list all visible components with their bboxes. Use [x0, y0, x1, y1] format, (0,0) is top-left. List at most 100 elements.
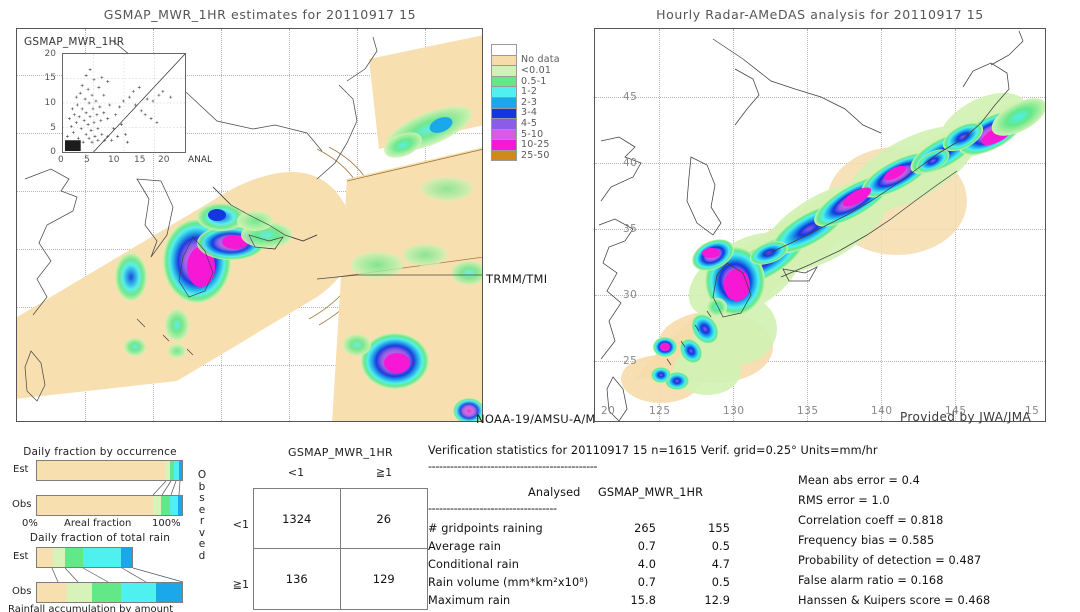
statistics-row-estimate: 0.5 — [711, 576, 730, 589]
radar-amedas-map[interactable]: 45 40 35 30 25 20 125 130 135 140 145 15 — [594, 28, 1046, 422]
statistics-row-estimate: 12.9 — [704, 594, 730, 607]
amount-bar-obs[interactable] — [36, 582, 183, 603]
contingency-cell-hit: 129 — [372, 572, 395, 586]
metric-frequency-bias: Frequency bias = 0.585 — [798, 534, 935, 547]
map-xtick: 140 — [871, 405, 893, 417]
precipitation-colorbar[interactable]: No data <0.01 0.5-1 1-2 2-3 3-4 4-5 5-10… — [491, 44, 587, 161]
statistics-divider: ----------------------------------- — [428, 502, 557, 515]
bar-segment — [153, 496, 161, 515]
colorbar-entry — [491, 44, 587, 55]
bar-segment — [53, 548, 66, 567]
coastline-overlay — [598, 30, 1024, 421]
map-ytick: 35 — [623, 223, 638, 235]
statistics-row-analysed: 265 — [634, 522, 656, 535]
statistics-row-analysed: 0.7 — [637, 576, 656, 589]
colorbar-label: 10-25 — [521, 139, 550, 151]
occurrence-bar-obs[interactable] — [36, 495, 183, 516]
map-xtick: 20 — [601, 405, 616, 417]
colorbar-entry: <0.01 — [491, 65, 587, 76]
colorbar-entry: 10-25 — [491, 139, 587, 150]
colorbar-swatch — [491, 118, 517, 129]
right-panel-title: Hourly Radar-AMeDAS analysis for 2011091… — [656, 7, 984, 22]
colorbar-label: 1-2 — [521, 86, 538, 98]
bar-segment — [37, 548, 54, 567]
amount-row-label-obs: Obs — [12, 586, 32, 597]
bar-segment — [121, 583, 156, 602]
contingency-cell-hit-miss: 1324 — [254, 489, 341, 549]
map-ytick: 25 — [623, 355, 638, 367]
occurrence-axis-max: 100% — [152, 518, 181, 529]
colorbar-label: 3-4 — [521, 107, 538, 119]
statistics-row-analysed: 0.7 — [637, 540, 656, 553]
statistics-row-label: Rain volume (mm*km²x10⁸) — [428, 576, 589, 589]
colorbar-entry: 3-4 — [491, 107, 587, 119]
colorbar-label: 0.5-1 — [521, 75, 547, 87]
bar-segment — [37, 496, 153, 515]
colorbar-entry: 4-5 — [491, 118, 587, 129]
bar-segment — [169, 496, 178, 515]
colorbar-swatch — [491, 139, 517, 150]
statistics-row-label: # gridpoints raining — [428, 522, 543, 535]
occurrence-row-label-est: Est — [13, 464, 29, 475]
statistics-row-label: Maximum rain — [428, 594, 511, 607]
map-ytick: 45 — [623, 91, 638, 103]
statistics-row-estimate: 4.7 — [711, 558, 730, 571]
map-xtick: 130 — [723, 405, 745, 417]
contingency-col-header: <1 — [287, 466, 305, 479]
observed-axis-label: Ob se rv ed — [197, 469, 207, 562]
colorbar-swatch — [491, 149, 517, 161]
trmm-tmi-label: TRMM/TMI — [486, 272, 548, 286]
bar-segment — [177, 496, 182, 515]
amount-chart-title: Daily fraction of total rain — [29, 532, 171, 544]
statistics-row-estimate: 0.5 — [711, 540, 730, 553]
contingency-cell-false-alarm: 26 — [340, 489, 427, 549]
contingency-row-header: <1 — [232, 518, 249, 531]
sensor-leader-lines — [316, 274, 482, 280]
statistics-header: Verification statistics for 20110917 15 … — [428, 444, 878, 457]
colorbar-swatch — [491, 65, 517, 76]
colorbar-swatch — [491, 96, 517, 108]
bar-segment — [37, 583, 68, 602]
bar-segment — [67, 583, 93, 602]
statistics-row-label: Conditional rain — [428, 558, 520, 571]
left-panel-title: GSMAP_MWR_1HR estimates for 20110917 15 — [103, 7, 417, 22]
amount-bar-est[interactable] — [36, 547, 133, 568]
statistics-row-analysed: 15.8 — [630, 594, 656, 607]
colorbar-label: <0.01 — [521, 64, 552, 76]
colorbar-swatch — [491, 86, 517, 97]
metric-rms-error: RMS error = 1.0 — [798, 494, 890, 507]
colorbar-label: 4-5 — [521, 117, 538, 129]
metric-hanssen-kuipers-score: Hanssen & Kuipers score = 0.468 — [798, 594, 991, 607]
colorbar-swatch — [491, 128, 517, 140]
amount-connector-lines — [51, 567, 184, 583]
map-xtick: 135 — [797, 405, 819, 417]
contingency-row-header: ≧1 — [232, 578, 249, 591]
colorbar-label: 25-50 — [521, 149, 550, 161]
colorbar-entry: 1-2 — [491, 86, 587, 97]
statistics-row-label: Average rain — [428, 540, 502, 553]
colorbar-label: No data — [521, 54, 560, 66]
colorbar-swatch — [491, 107, 517, 119]
bar-segment — [92, 583, 122, 602]
amount-row-label-est: Est — [13, 551, 29, 562]
occurrence-row-label-obs: Obs — [12, 499, 32, 510]
metric-false-alarm-ratio: False alarm ratio = 0.168 — [798, 574, 944, 587]
contingency-col-header: ≧1 — [375, 466, 393, 479]
colorbar-entry: 25-50 — [491, 150, 587, 161]
bar-segment — [160, 496, 170, 515]
noaa-amsu-label: NOAA-19/AMSU-A/M — [476, 412, 596, 426]
metric-correlation-coeff: Correlation coeff = 0.818 — [798, 514, 944, 527]
occurrence-connector-lines — [152, 480, 181, 496]
colorbar-label: 2-3 — [521, 96, 538, 108]
bar-segment — [65, 548, 83, 567]
colorbar-entry: No data — [491, 54, 587, 66]
statistics-col-header-estimate: GSMAP_MWR_1HR — [598, 486, 704, 499]
colorbar-swatch — [491, 44, 517, 55]
map-ytick: 40 — [623, 157, 638, 169]
statistics-col-header-analysed: Analysed — [528, 486, 581, 499]
statistics-row-analysed: 4.0 — [637, 558, 656, 571]
gsmap-estimate-map[interactable]: GSMAP_MWR_1HR 20 15 10 5 0 0 5 10 15 20 … — [16, 28, 483, 422]
occurrence-bar-est[interactable] — [36, 460, 183, 481]
occurrence-axis-label: Areal fraction — [64, 518, 132, 529]
colorbar-swatch — [491, 75, 517, 87]
